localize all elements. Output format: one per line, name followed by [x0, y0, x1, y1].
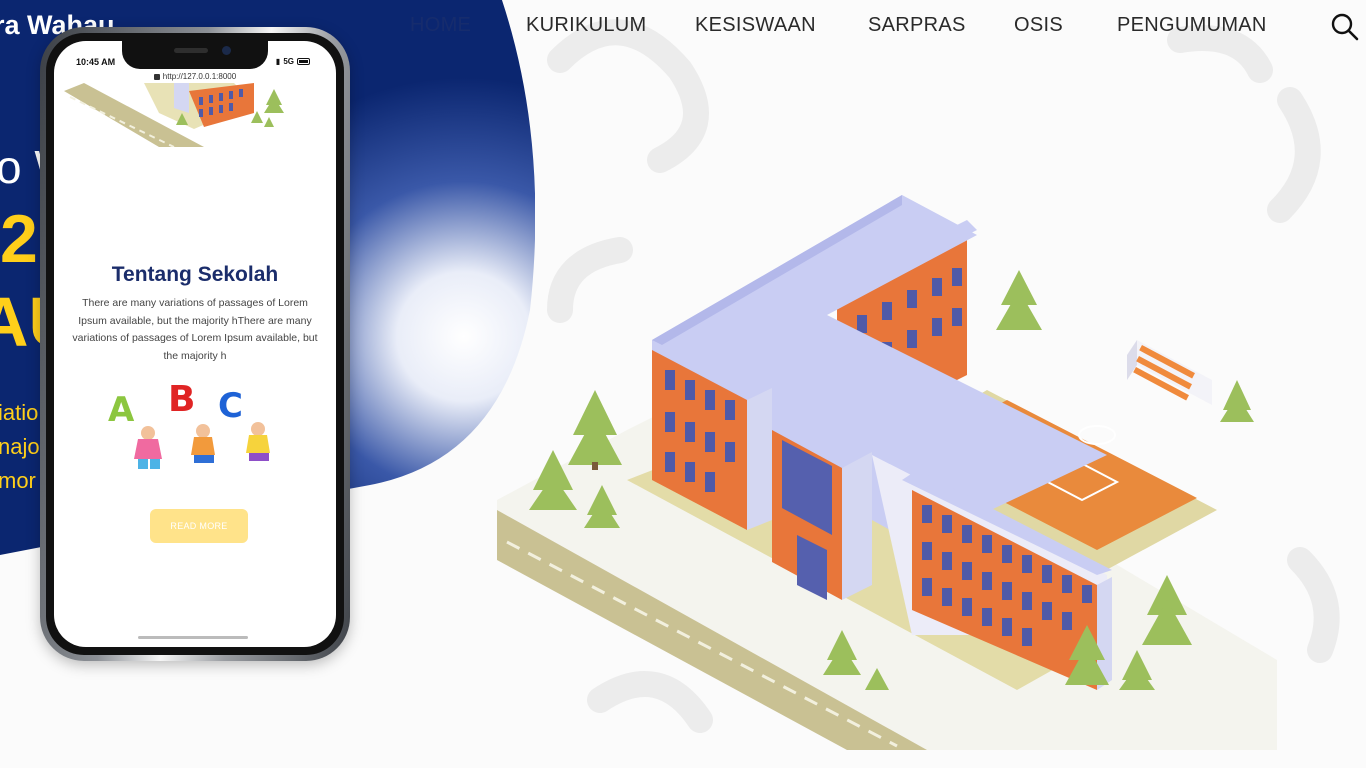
section-title: Tentang Sekolah	[111, 263, 279, 286]
nav-sarpras[interactable]: SARPRAS	[868, 14, 966, 37]
hero-year: 2	[0, 201, 38, 277]
nav-kesiswaan[interactable]: KESISWAAN	[695, 14, 816, 37]
school-illustration	[497, 195, 1277, 750]
phone-bezel: 10:45 AM ▮ 5G http://127.0.0.1:8000 Tent…	[46, 33, 344, 655]
svg-text:B: B	[168, 381, 195, 420]
status-network: ▮ 5G	[276, 57, 310, 66]
phone-mockup: 10:45 AM ▮ 5G http://127.0.0.1:8000 Tent…	[40, 27, 350, 661]
svg-text:A: A	[108, 390, 135, 430]
lock-icon	[153, 73, 160, 80]
nav-kurikulum[interactable]: KURIKULUM	[526, 14, 647, 37]
read-more-button[interactable]: READ MORE	[150, 509, 248, 543]
status-time: 10:45 AM	[76, 57, 116, 67]
speaker-icon	[174, 48, 208, 53]
svg-text:C: C	[218, 386, 243, 426]
nav-home[interactable]: HOME	[410, 14, 471, 37]
search-icon[interactable]	[1330, 12, 1360, 42]
home-indicator	[138, 636, 248, 639]
mini-school-image	[64, 83, 284, 147]
address-bar[interactable]: http://127.0.0.1:8000	[54, 72, 336, 81]
signal-icon: ▮	[275, 57, 281, 66]
phone-screen: 10:45 AM ▮ 5G http://127.0.0.1:8000 Tent…	[54, 41, 336, 647]
nav-pengumuman[interactable]: PENGUMUMAN	[1117, 14, 1267, 37]
battery-icon	[297, 58, 310, 65]
section-text: There are many variations of passages of…	[72, 297, 318, 362]
address-url: http://127.0.0.1:8000	[162, 72, 237, 81]
main-nav: HOME KURIKULUM KESISWAAN SARPRAS OSIS PE…	[410, 12, 1366, 44]
abc-kids-image: A B C	[108, 381, 270, 469]
camera-icon	[222, 46, 231, 55]
nav-osis[interactable]: OSIS	[1014, 14, 1063, 37]
network-label: 5G	[283, 57, 294, 66]
phone-notch	[122, 41, 268, 69]
